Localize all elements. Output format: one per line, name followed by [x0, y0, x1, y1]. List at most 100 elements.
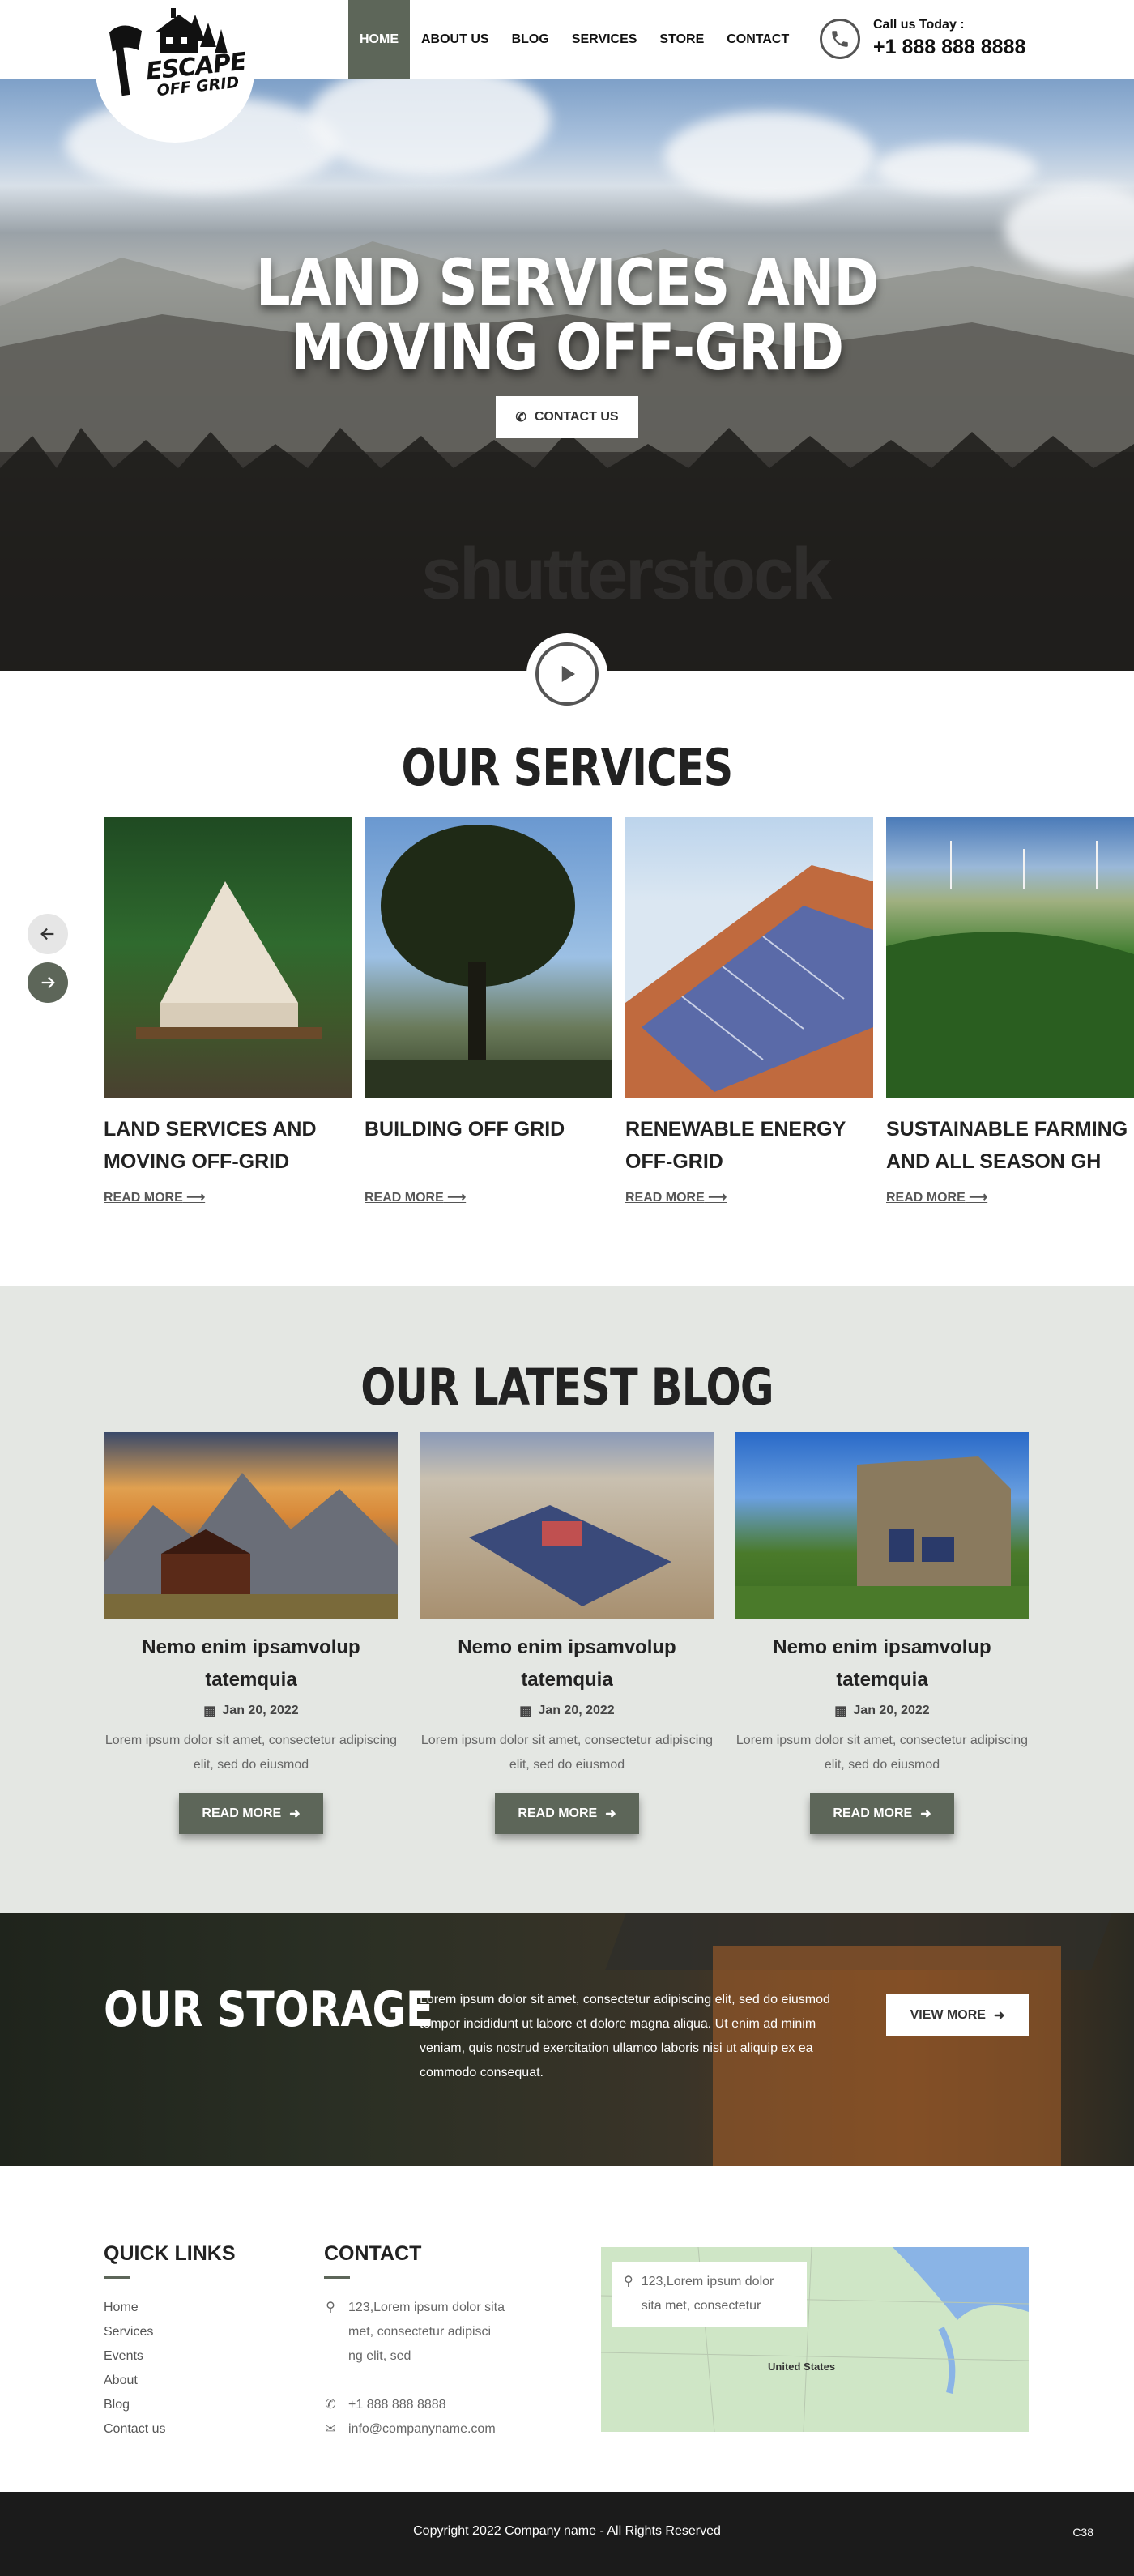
blog-post-title[interactable]: Nemo enim ipsamvolup tatemquia — [420, 1631, 714, 1696]
contact-us-label: CONTACT US — [534, 410, 619, 424]
play-video-button[interactable] — [526, 633, 608, 714]
contact-email-text: info@companyname.com — [348, 2422, 496, 2436]
read-more-label: READ MORE — [886, 1191, 966, 1205]
blog-read-more-button[interactable]: READ MORE ➜ — [179, 1793, 323, 1834]
read-more-link[interactable]: READ MORE ⟶ — [364, 1189, 466, 1205]
hero-banner: shutterstock LAND SERVICES AND MOVING OF… — [0, 79, 1134, 671]
map-address-line: sita met, consectetur — [641, 2299, 761, 2313]
arrow-left-icon — [40, 928, 54, 940]
blog-image-mountains[interactable] — [104, 1432, 398, 1619]
footer-link-services[interactable]: Services — [104, 2320, 165, 2344]
read-more-label: READ MORE — [833, 1806, 913, 1820]
blog-post-date-text: Jan 20, 2022 — [222, 1704, 299, 1717]
service-image-tree[interactable] — [364, 817, 612, 1098]
calendar-icon: ▦ — [519, 1704, 532, 1718]
storage-section: OUR STORAGE Lorem ipsum dolor sit amet, … — [0, 1913, 1134, 2166]
services-section: OUR SERVICES LAND SERVICES AND MOVING OF… — [0, 671, 1134, 1286]
map-pin-icon: ⚲ — [326, 2301, 335, 2314]
blog-image-solar-farm[interactable] — [420, 1432, 714, 1619]
contact-us-button[interactable]: ✆ CONTACT US — [496, 396, 638, 438]
call-number: +1 888 888 8888 — [873, 36, 1026, 58]
copyright-text: Copyright 2022 Company name - All Rights… — [413, 2524, 721, 2538]
service-title: SUSTAINABLE FARMING AND ALL SEASON GH — [886, 1118, 1128, 1173]
view-more-label: VIEW MORE — [910, 2008, 986, 2022]
hero-cloud — [875, 144, 1037, 193]
view-more-button[interactable]: VIEW MORE ➜ — [886, 1994, 1029, 2036]
calendar-icon: ▦ — [203, 1704, 216, 1718]
hero-cloud — [308, 79, 551, 177]
address-line: met, consectetur adipisci — [348, 2325, 492, 2339]
nav-home[interactable]: HOME — [348, 0, 410, 79]
service-card: BUILDING OFF GRID READ MORE ⟶ — [364, 817, 612, 1205]
blog-image-stone-house[interactable] — [735, 1432, 1029, 1619]
footer-link-blog[interactable]: Blog — [104, 2393, 165, 2417]
footer-link-contact-us[interactable]: Contact us — [104, 2417, 165, 2442]
blog-post-date-text: Jan 20, 2022 — [853, 1704, 930, 1717]
nav-contact[interactable]: CONTACT — [715, 0, 800, 79]
blog-post-date: ▦ Jan 20, 2022 — [735, 1703, 1029, 1719]
read-more-label: READ MORE — [364, 1191, 444, 1205]
service-card: RENEWABLE ENERGY OFF-GRID READ MORE ⟶ — [625, 817, 873, 1205]
blog-card: Nemo enim ipsamvolup tatemquia ▦ Jan 20, … — [104, 1432, 398, 1834]
map-pin-icon: ⚲ — [624, 2275, 633, 2288]
contact-email[interactable]: ✉ info@companyname.com — [324, 2417, 496, 2442]
chevron-circle-right-icon: ➜ — [289, 1807, 301, 1821]
contact-title: CONTACT — [324, 2242, 422, 2265]
service-image-farmland[interactable] — [886, 817, 1134, 1098]
read-more-label: READ MORE — [518, 1806, 598, 1820]
service-title: RENEWABLE ENERGY OFF-GRID — [625, 1118, 846, 1173]
nav-store[interactable]: STORE — [648, 0, 715, 79]
address-line: ng elit, sed — [348, 2349, 411, 2363]
chevron-circle-right-icon: ➜ — [920, 1807, 932, 1821]
carousel-next-button[interactable] — [28, 962, 68, 1003]
service-image-solar-roof[interactable] — [625, 817, 873, 1098]
copyright-bar: Copyright 2022 Company name - All Rights… — [0, 2492, 1134, 2576]
site-header: ESCAPE OFF GRID HOME ABOUT US BLOG SERVI… — [0, 0, 1134, 143]
read-more-label: READ MORE — [625, 1191, 705, 1205]
service-title: BUILDING OFF GRID — [364, 1118, 565, 1141]
map-address-line: 123,Lorem ipsum dolor — [641, 2275, 774, 2288]
quick-links-divider — [104, 2276, 130, 2279]
hero-watermark: shutterstock — [421, 534, 832, 615]
nav-services[interactable]: SERVICES — [561, 0, 649, 79]
blog-read-more-button[interactable]: READ MORE ➜ — [495, 1793, 639, 1834]
service-image-tent[interactable] — [104, 817, 352, 1098]
phone-icon — [820, 18, 860, 59]
carousel-prev-button[interactable] — [28, 914, 68, 954]
template-code: C38 — [1072, 2526, 1094, 2539]
contact-address: ⚲ 123,Lorem ipsum dolor sita met, consec… — [324, 2296, 505, 2369]
read-more-link[interactable]: READ MORE ⟶ — [886, 1189, 987, 1205]
read-more-link[interactable]: READ MORE ⟶ — [104, 1189, 205, 1205]
map-country-label: United States — [768, 2361, 836, 2373]
location-map[interactable]: United States ⚲ 123,Lorem ipsum dolor si… — [601, 2247, 1029, 2432]
hero-title-line1: LAND SERVICES AND — [255, 247, 879, 320]
footer-link-events[interactable]: Events — [104, 2344, 165, 2369]
read-more-link[interactable]: READ MORE ⟶ — [625, 1189, 727, 1205]
footer-link-home[interactable]: Home — [104, 2296, 165, 2320]
calendar-icon: ▦ — [834, 1704, 847, 1718]
chevron-circle-right-icon: ➜ — [605, 1807, 616, 1821]
site-footer: QUICK LINKS Home Services Events About B… — [0, 2166, 1134, 2492]
logo[interactable]: ESCAPE OFF GRID — [96, 0, 254, 143]
hero-title: LAND SERVICES AND MOVING OFF-GRID — [79, 251, 1055, 381]
hero-cloud — [664, 112, 875, 201]
blog-post-title[interactable]: Nemo enim ipsamvolup tatemquia — [104, 1631, 398, 1696]
contact-phone[interactable]: ✆ +1 888 888 8888 — [324, 2393, 446, 2417]
nav-blog[interactable]: BLOG — [501, 0, 561, 79]
call-us-block[interactable]: Call us Today : +1 888 888 8888 — [820, 18, 1025, 59]
blog-post-excerpt: Lorem ipsum dolor sit amet, consectetur … — [104, 1734, 398, 1772]
blog-read-more-button[interactable]: READ MORE ➜ — [810, 1793, 954, 1834]
storage-text: Lorem ipsum dolor sit amet, consectetur … — [420, 1993, 830, 2079]
blog-post-title[interactable]: Nemo enim ipsamvolup tatemquia — [735, 1631, 1029, 1696]
footer-link-about[interactable]: About — [104, 2369, 165, 2393]
map-address-card: ⚲ 123,Lorem ipsum dolor sita met, consec… — [612, 2262, 807, 2327]
quick-links-title: QUICK LINKS — [104, 2242, 236, 2265]
hero-title-line2: MOVING OFF-GRID — [290, 312, 844, 385]
blog-post-date: ▦ Jan 20, 2022 — [420, 1703, 714, 1719]
envelope-icon: ✉ — [325, 2422, 336, 2436]
nav-about-us[interactable]: ABOUT US — [410, 0, 501, 79]
main-nav: HOME ABOUT US BLOG SERVICES STORE CONTAC… — [348, 0, 800, 79]
blog-title: OUR LATEST BLOG — [360, 1358, 774, 1417]
phone-icon: ✆ — [325, 2398, 336, 2412]
service-title: LAND SERVICES AND MOVING OFF-GRID — [104, 1118, 317, 1173]
